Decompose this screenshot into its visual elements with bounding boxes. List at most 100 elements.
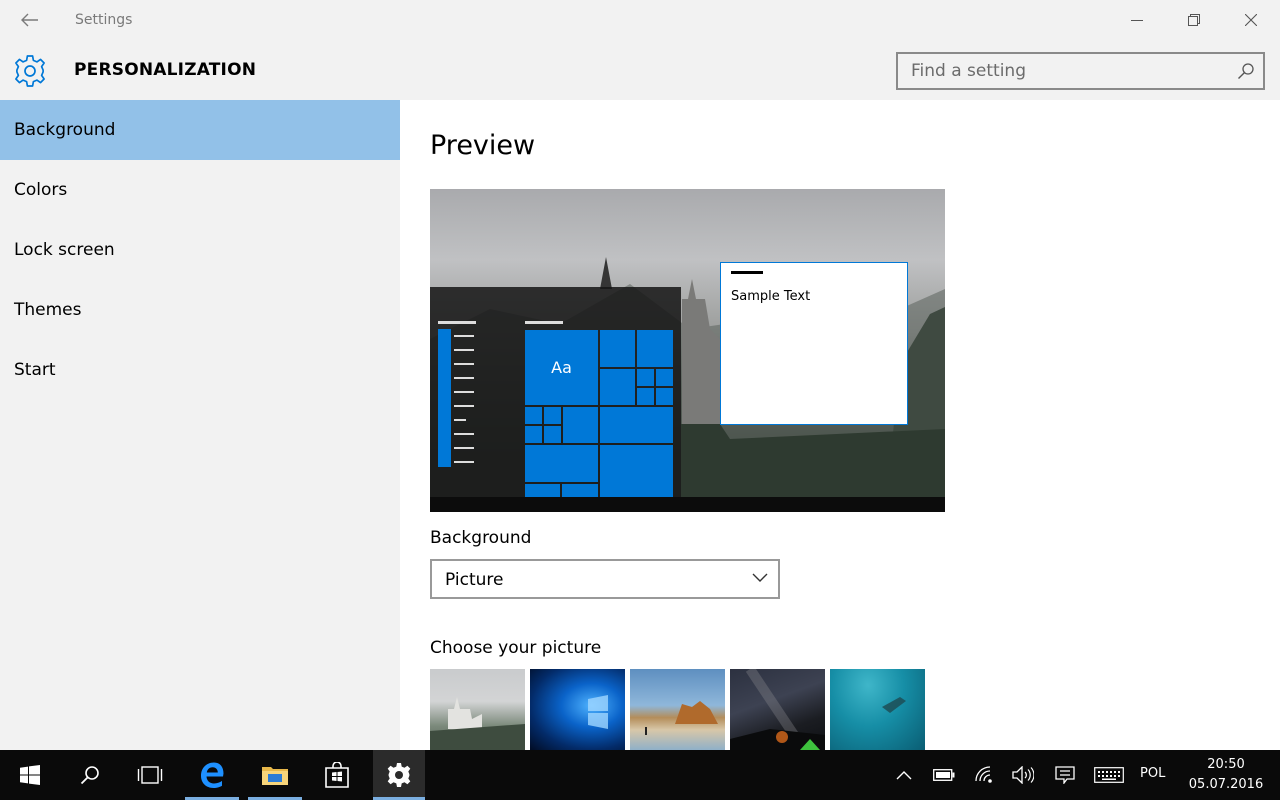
tile bbox=[600, 407, 673, 443]
sidebar-item-label: Themes bbox=[14, 300, 82, 320]
volume-button[interactable] bbox=[1006, 750, 1040, 800]
beach-rocks-image bbox=[645, 701, 718, 735]
gear-icon bbox=[15, 55, 45, 87]
volume-icon bbox=[1012, 766, 1034, 784]
task-view-icon bbox=[137, 766, 163, 784]
start-menu-preview: Aa bbox=[430, 287, 681, 512]
restore-button[interactable] bbox=[1165, 0, 1223, 40]
minimize-button[interactable] bbox=[1108, 0, 1166, 40]
tile bbox=[562, 484, 598, 497]
clock-date: 05.07.2016 bbox=[1188, 777, 1264, 792]
background-preview: Aa Sample Text bbox=[430, 189, 945, 512]
sidebar-item-lock-screen[interactable]: Lock screen bbox=[0, 220, 400, 280]
chevron-up-icon bbox=[896, 771, 912, 780]
beach-rocks-thumbnail[interactable] bbox=[630, 669, 725, 750]
task-view-button[interactable] bbox=[122, 750, 178, 800]
edge-icon bbox=[201, 762, 224, 788]
tile bbox=[656, 369, 673, 386]
store-icon bbox=[325, 762, 349, 788]
preview-heading: Preview bbox=[430, 130, 536, 161]
tiles-header-line bbox=[525, 321, 563, 324]
choose-picture-label: Choose your picture bbox=[430, 638, 602, 658]
tile bbox=[637, 330, 673, 367]
tile bbox=[637, 388, 654, 405]
settings-icon bbox=[387, 763, 411, 787]
search-button[interactable] bbox=[62, 750, 118, 800]
clock-time: 20:50 bbox=[1207, 757, 1245, 772]
tile-label: Aa bbox=[551, 358, 572, 377]
sample-window-preview: Sample Text bbox=[720, 262, 908, 425]
touch-keyboard-icon bbox=[1094, 767, 1124, 783]
sidebar: Background Colors Lock screen Themes Sta… bbox=[0, 100, 400, 750]
tile bbox=[544, 407, 561, 424]
sidebar-item-label: Background bbox=[14, 120, 116, 140]
clock[interactable]: 20:50 05.07.2016 bbox=[1186, 755, 1266, 795]
settings-header: PERSONALIZATION bbox=[0, 40, 1280, 100]
night-sky-image bbox=[730, 669, 825, 750]
tile bbox=[600, 369, 635, 405]
action-center-icon bbox=[1055, 766, 1075, 784]
action-center-button[interactable] bbox=[1048, 750, 1082, 800]
search-icon bbox=[80, 766, 99, 785]
input-language-indicator[interactable]: POL bbox=[1140, 766, 1165, 781]
castle-thumbnail[interactable] bbox=[430, 669, 525, 750]
tile bbox=[637, 369, 654, 386]
sidebar-item-label: Start bbox=[14, 360, 56, 380]
windows-start-icon bbox=[20, 765, 40, 785]
underwater-swimmer-image bbox=[882, 697, 906, 713]
sidebar-item-label: Colors bbox=[14, 180, 68, 200]
windows-logo-thumbnail[interactable] bbox=[530, 669, 625, 750]
taskbar: POL 20:50 05.07.2016 bbox=[0, 750, 1280, 800]
sidebar-item-background[interactable]: Background bbox=[0, 100, 400, 160]
start-button[interactable] bbox=[2, 750, 58, 800]
edge-button[interactable] bbox=[185, 750, 239, 800]
main-content: Preview Aa Sample Text Background Pictur… bbox=[400, 100, 1280, 750]
search-icon[interactable] bbox=[1237, 62, 1255, 80]
restore-icon bbox=[1188, 14, 1200, 26]
tile bbox=[600, 330, 635, 367]
network-button[interactable] bbox=[968, 750, 1002, 800]
show-hidden-icons-button[interactable] bbox=[890, 750, 918, 800]
store-button[interactable] bbox=[309, 750, 365, 800]
back-button[interactable] bbox=[0, 0, 60, 40]
background-label: Background bbox=[430, 528, 532, 548]
tile bbox=[525, 426, 542, 443]
sample-window-titlebar bbox=[731, 271, 763, 274]
search-input[interactable] bbox=[898, 54, 1228, 88]
tile bbox=[525, 445, 598, 482]
sidebar-item-themes[interactable]: Themes bbox=[0, 280, 400, 340]
sidebar-item-start[interactable]: Start bbox=[0, 340, 400, 400]
close-icon bbox=[1245, 14, 1257, 26]
sidebar-item-colors[interactable]: Colors bbox=[0, 160, 400, 220]
windows-logo-image bbox=[588, 695, 608, 729]
preview-taskbar bbox=[430, 497, 945, 512]
back-arrow-icon bbox=[21, 13, 38, 27]
background-type-dropdown[interactable]: Picture bbox=[430, 559, 780, 599]
page-title: PERSONALIZATION bbox=[74, 60, 257, 80]
tile bbox=[525, 407, 542, 424]
battery-icon bbox=[933, 769, 955, 781]
settings-taskbar-button[interactable] bbox=[373, 750, 425, 800]
tile bbox=[525, 484, 560, 497]
castle-image bbox=[430, 697, 525, 750]
tile bbox=[563, 407, 598, 443]
file-explorer-button[interactable] bbox=[248, 750, 302, 800]
title-bar: Settings bbox=[0, 0, 1280, 40]
tile bbox=[656, 388, 673, 405]
tile bbox=[600, 445, 673, 497]
underwater-swimmer-thumbnail[interactable] bbox=[830, 669, 925, 750]
file-explorer-icon bbox=[262, 767, 288, 785]
battery-button[interactable] bbox=[928, 750, 960, 800]
minimize-icon bbox=[1131, 20, 1143, 21]
search-box[interactable] bbox=[896, 52, 1265, 90]
sample-text: Sample Text bbox=[731, 289, 811, 304]
close-button[interactable] bbox=[1222, 0, 1280, 40]
touch-keyboard-button[interactable] bbox=[1090, 750, 1128, 800]
window-title: Settings bbox=[75, 12, 133, 28]
sidebar-item-label: Lock screen bbox=[14, 240, 115, 260]
night-sky-thumbnail[interactable] bbox=[730, 669, 825, 750]
tile bbox=[544, 426, 561, 443]
chevron-down-icon bbox=[752, 573, 768, 582]
network-icon bbox=[975, 766, 992, 783]
app-list-preview bbox=[438, 321, 476, 467]
